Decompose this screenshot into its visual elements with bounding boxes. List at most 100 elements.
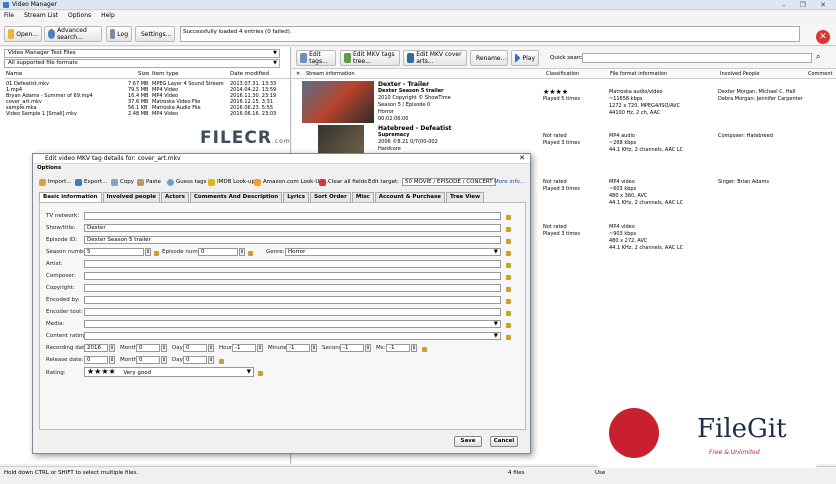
- format-filter[interactable]: All supported file formats ▼: [4, 59, 280, 68]
- import-button[interactable]: Import...: [39, 176, 72, 188]
- log-button[interactable]: Log: [106, 26, 132, 42]
- episode-number-field[interactable]: 0: [198, 248, 238, 256]
- library-selector[interactable]: Video Manager Test Files ▼: [4, 49, 280, 58]
- close-icon[interactable]: ✕: [519, 154, 525, 162]
- lock-icon[interactable]: [154, 251, 159, 256]
- rating-select[interactable]: ★★★★ Very good ▼: [84, 367, 254, 377]
- rename-button[interactable]: Rename...: [470, 50, 508, 66]
- tab-tree-view[interactable]: Tree View: [445, 192, 485, 202]
- recording-day-stepper[interactable]: ⇕: [208, 344, 214, 352]
- composer-field[interactable]: [84, 272, 501, 280]
- col-date-modified[interactable]: Date modified: [230, 71, 269, 77]
- lock-icon[interactable]: [506, 263, 511, 268]
- episode-stepper[interactable]: ⇕: [239, 248, 245, 256]
- recording-second-stepper[interactable]: ⇕: [365, 344, 371, 352]
- content-rating-select[interactable]: ▼: [84, 332, 501, 340]
- genre-select[interactable]: Horror ▼: [285, 248, 501, 256]
- lock-icon[interactable]: [506, 227, 511, 232]
- tab-basic-information[interactable]: Basic information: [39, 192, 102, 202]
- lock-icon[interactable]: [506, 299, 511, 304]
- recording-year-field[interactable]: 2016: [84, 344, 108, 352]
- recording-ms-field[interactable]: -1: [386, 344, 410, 352]
- recording-month-field[interactable]: 0: [136, 344, 160, 352]
- artist-field[interactable]: [84, 260, 501, 268]
- release-year-field[interactable]: 0: [84, 356, 108, 364]
- col-size[interactable]: Size: [138, 71, 149, 77]
- quick-search-input[interactable]: [582, 53, 812, 63]
- lock-icon[interactable]: [248, 251, 253, 256]
- more-info-link[interactable]: More info...: [494, 176, 525, 188]
- media-select[interactable]: ▼: [84, 320, 501, 328]
- recording-hour-field[interactable]: -1: [232, 344, 256, 352]
- recording-second-field[interactable]: -1: [340, 344, 364, 352]
- release-month-field[interactable]: 0: [136, 356, 160, 364]
- lock-icon[interactable]: [258, 371, 263, 376]
- recording-minute-stepper[interactable]: ⇕: [311, 344, 317, 352]
- copy-button[interactable]: Copy: [111, 176, 134, 188]
- tab-involved-people[interactable]: Involved people: [102, 192, 160, 202]
- window-controls[interactable]: – ❐ ✕: [782, 1, 832, 9]
- release-year-stepper[interactable]: ⇕: [109, 356, 115, 364]
- lock-icon[interactable]: [506, 323, 511, 328]
- col-classification[interactable]: Classification: [546, 71, 579, 77]
- edit-mkv-cover-arts-button[interactable]: Edit MKV cover arts...: [403, 50, 467, 66]
- lock-icon[interactable]: [506, 287, 511, 292]
- advanced-search-button[interactable]: Advanced search...: [44, 26, 102, 42]
- play-button[interactable]: Play: [511, 50, 539, 66]
- guess-tags-button[interactable]: Guess tags: [167, 176, 207, 188]
- episode-id-field[interactable]: Dexter Season 5 trailer: [84, 236, 501, 244]
- export-button[interactable]: Export...: [75, 176, 107, 188]
- release-day-stepper[interactable]: ⇕: [208, 356, 214, 364]
- recording-hour-stepper[interactable]: ⇕: [257, 344, 263, 352]
- close-icon[interactable]: ✕: [816, 30, 830, 44]
- tab-account-purchase[interactable]: Account & Purchase: [374, 192, 445, 202]
- col-stream-info[interactable]: Stream information: [306, 71, 355, 77]
- menu-options[interactable]: Options: [64, 11, 95, 20]
- col-file-format[interactable]: File format information: [610, 71, 667, 77]
- release-month-stepper[interactable]: ⇕: [161, 356, 167, 364]
- lock-icon[interactable]: [506, 239, 511, 244]
- menu-stream-list[interactable]: Stream List: [20, 11, 62, 20]
- recording-month-stepper[interactable]: ⇕: [161, 344, 167, 352]
- show-title-field[interactable]: Dexter: [84, 224, 501, 232]
- lock-icon[interactable]: [506, 335, 511, 340]
- save-button[interactable]: Save: [454, 436, 482, 447]
- recording-day-field[interactable]: 0: [183, 344, 207, 352]
- clear-all-button[interactable]: Clear all fields: [319, 176, 367, 188]
- search-icon[interactable]: ⌕: [816, 52, 820, 62]
- stream-entry[interactable]: Dexter - Trailer Dexter Season 5 trailer…: [292, 81, 836, 125]
- tab-lyrics[interactable]: Lyrics: [283, 192, 310, 202]
- lock-icon[interactable]: [506, 215, 511, 220]
- open-button[interactable]: Open...: [4, 26, 42, 42]
- lock-icon[interactable]: [422, 347, 427, 352]
- edit-target-select[interactable]: 50 MOVIE / EPISODE / CONCERT: [401, 178, 496, 186]
- recording-ms-stepper[interactable]: ⇕: [411, 344, 417, 352]
- close-tab-icon[interactable]: ✕: [296, 71, 300, 77]
- tab-comments[interactable]: Comments And Description: [189, 192, 283, 202]
- imdb-lookup-button[interactable]: IMDB Look-up...: [208, 176, 260, 188]
- tv-network-field[interactable]: [84, 212, 501, 220]
- encoder-tool-field[interactable]: [84, 308, 501, 316]
- lock-icon[interactable]: [506, 251, 511, 256]
- encoded-by-field[interactable]: [84, 296, 501, 304]
- tab-sort-order[interactable]: Sort Order: [310, 192, 351, 202]
- amazon-lookup-button[interactable]: Amazon.com Look-Up...: [254, 176, 328, 188]
- cancel-button[interactable]: Cancel: [490, 436, 518, 447]
- col-comment[interactable]: Comment: [808, 71, 833, 77]
- tab-misc[interactable]: Misc: [351, 192, 374, 202]
- tab-actors[interactable]: Actors: [160, 192, 189, 202]
- col-item-type[interactable]: Item type: [152, 71, 179, 77]
- col-name[interactable]: Name: [6, 71, 22, 77]
- menu-file[interactable]: File: [0, 11, 18, 20]
- edit-mkv-tags-tree-button[interactable]: Edit MKV tags tree...: [340, 50, 400, 66]
- edit-tags-button[interactable]: Edit tags...: [296, 50, 336, 66]
- file-row[interactable]: Video Sample 1 [Small].mkv 2.48 MB MP4 Vid…: [4, 111, 290, 117]
- release-day-field[interactable]: 0: [183, 356, 207, 364]
- copyright-field[interactable]: [84, 284, 501, 292]
- lock-icon[interactable]: [506, 275, 511, 280]
- recording-minute-field[interactable]: -1: [286, 344, 310, 352]
- season-stepper[interactable]: ⇕: [145, 248, 151, 256]
- paste-button[interactable]: Paste: [137, 176, 161, 188]
- col-involved-people[interactable]: Involved People: [720, 71, 759, 77]
- lock-icon[interactable]: [219, 359, 224, 364]
